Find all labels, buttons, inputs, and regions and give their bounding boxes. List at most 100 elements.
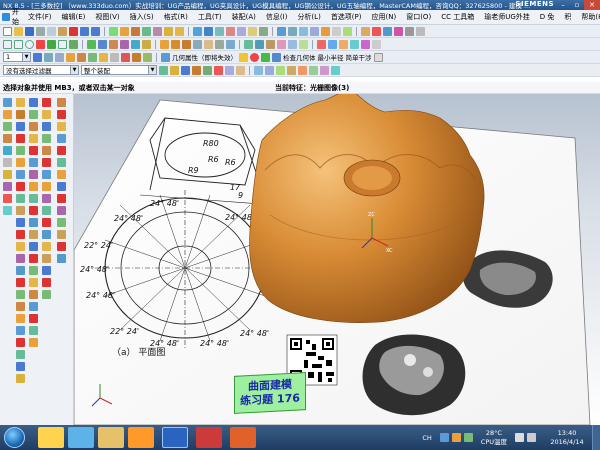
select-face-icon[interactable] xyxy=(170,65,179,75)
tool-icon[interactable] xyxy=(16,98,25,107)
redo-icon[interactable] xyxy=(91,26,100,36)
select-sketch-icon[interactable] xyxy=(225,65,234,75)
tool-icon[interactable] xyxy=(42,254,51,263)
snap-poles-icon[interactable] xyxy=(320,65,329,75)
shell-icon[interactable] xyxy=(248,26,257,36)
trim-curve-icon[interactable] xyxy=(131,39,140,49)
tool-icon[interactable] xyxy=(16,326,25,335)
n-sided-icon[interactable] xyxy=(193,39,202,49)
sew-icon[interactable] xyxy=(215,39,224,49)
tray-icon[interactable] xyxy=(451,433,461,442)
tool-icon[interactable] xyxy=(29,290,38,299)
undo-icon[interactable] xyxy=(80,26,89,36)
tool-icon[interactable] xyxy=(57,146,66,155)
tool-icon[interactable] xyxy=(42,158,51,167)
offset-face-icon[interactable] xyxy=(266,39,275,49)
history-icon[interactable] xyxy=(3,158,12,167)
show-desktop-button[interactable] xyxy=(592,425,600,450)
tool-icon[interactable] xyxy=(16,242,25,251)
end-snap-icon[interactable] xyxy=(44,52,53,62)
tool-icon[interactable] xyxy=(29,158,38,167)
3d-model-body[interactable] xyxy=(249,94,485,323)
target-icon[interactable] xyxy=(250,52,259,62)
tool-icon[interactable] xyxy=(16,218,25,227)
geometry-property-icon[interactable] xyxy=(161,52,170,62)
tool-icon[interactable] xyxy=(57,122,66,131)
tool-icon[interactable] xyxy=(29,134,38,143)
tool-icon[interactable] xyxy=(42,290,51,299)
tool-icon[interactable] xyxy=(16,134,25,143)
block-icon[interactable] xyxy=(164,26,173,36)
shaded-icon[interactable] xyxy=(321,26,330,36)
tool-icon[interactable] xyxy=(16,110,25,119)
warning-icon[interactable] xyxy=(239,52,248,62)
tool-icon[interactable] xyxy=(57,182,66,191)
tool-icon[interactable] xyxy=(42,146,51,155)
tool-icon[interactable] xyxy=(57,170,66,179)
tool-icon[interactable] xyxy=(29,338,38,347)
grid-icon[interactable] xyxy=(110,52,119,62)
point-icon[interactable] xyxy=(36,39,45,49)
point-snap-icon[interactable] xyxy=(33,52,42,62)
snap-center-icon[interactable] xyxy=(276,65,285,75)
pattern-icon[interactable] xyxy=(255,39,264,49)
tool-icon[interactable] xyxy=(29,146,38,155)
menu-assemblies[interactable]: 装配(A) xyxy=(227,12,261,22)
snap-tangent-icon[interactable] xyxy=(287,65,296,75)
menu-file[interactable]: 文件(F) xyxy=(23,12,57,22)
curvature-icon[interactable] xyxy=(317,39,326,49)
arc-icon[interactable] xyxy=(14,39,23,49)
tool-icon[interactable] xyxy=(16,338,25,347)
color-icon[interactable] xyxy=(394,26,403,36)
tool-icon[interactable] xyxy=(57,194,66,203)
snap-end-icon[interactable] xyxy=(254,65,263,75)
texture-icon[interactable] xyxy=(143,52,152,62)
close-button[interactable]: ✕ xyxy=(584,0,600,10)
offset-curve-icon[interactable] xyxy=(87,39,96,49)
menu-preferences[interactable]: 首选项(P) xyxy=(326,12,367,22)
tool-icon[interactable] xyxy=(29,230,38,239)
select-feature-icon[interactable] xyxy=(236,65,245,75)
tool-icon[interactable] xyxy=(16,170,25,179)
tool-icon[interactable] xyxy=(29,326,38,335)
tool-icon[interactable] xyxy=(42,242,51,251)
zoom-icon[interactable] xyxy=(288,26,297,36)
taskbar-app-nx[interactable] xyxy=(162,427,188,448)
start-menu[interactable]: 开始 xyxy=(2,7,19,27)
circle-icon[interactable] xyxy=(25,39,34,49)
taskbar-app-media[interactable] xyxy=(128,427,154,448)
minimize-button[interactable]: – xyxy=(556,0,570,10)
hide-icon[interactable] xyxy=(405,26,414,36)
tool-icon[interactable] xyxy=(29,98,38,107)
thicken-icon[interactable] xyxy=(277,39,286,49)
mid-snap-icon[interactable] xyxy=(55,52,64,62)
language-indicator[interactable]: CH xyxy=(422,434,431,442)
project-curve-icon[interactable] xyxy=(98,39,107,49)
draft-analysis-icon[interactable] xyxy=(361,39,370,49)
snap-mid-icon[interactable] xyxy=(265,65,274,75)
tool-icon[interactable] xyxy=(42,266,51,275)
tool-icon[interactable] xyxy=(42,278,51,287)
tool-icon[interactable] xyxy=(16,374,25,383)
assembly-scope-select[interactable]: 整个装配 ▼ xyxy=(81,65,157,75)
tray-icon[interactable] xyxy=(463,433,473,442)
tool-icon[interactable] xyxy=(42,134,51,143)
menu-information[interactable]: 信息(I) xyxy=(261,12,293,22)
unite-icon[interactable] xyxy=(193,26,202,36)
cpu-temperature[interactable]: 28°C CPU温度 xyxy=(481,429,507,447)
tool-icon[interactable] xyxy=(29,194,38,203)
intersect-icon[interactable] xyxy=(215,26,224,36)
tool-icon[interactable] xyxy=(16,302,25,311)
tool-icon[interactable] xyxy=(29,314,38,323)
boss-icon[interactable] xyxy=(153,26,162,36)
process-studio-icon[interactable] xyxy=(3,182,12,191)
intersect-curve-icon[interactable] xyxy=(109,39,118,49)
section-icon[interactable] xyxy=(328,39,337,49)
tool-icon[interactable] xyxy=(16,230,25,239)
tray-icon[interactable] xyxy=(439,433,449,442)
tool-icon[interactable] xyxy=(42,98,51,107)
extrude-icon[interactable] xyxy=(120,26,129,36)
network-icon[interactable] xyxy=(515,433,524,442)
mirror-icon[interactable] xyxy=(244,39,253,49)
tool-icon[interactable] xyxy=(42,206,51,215)
